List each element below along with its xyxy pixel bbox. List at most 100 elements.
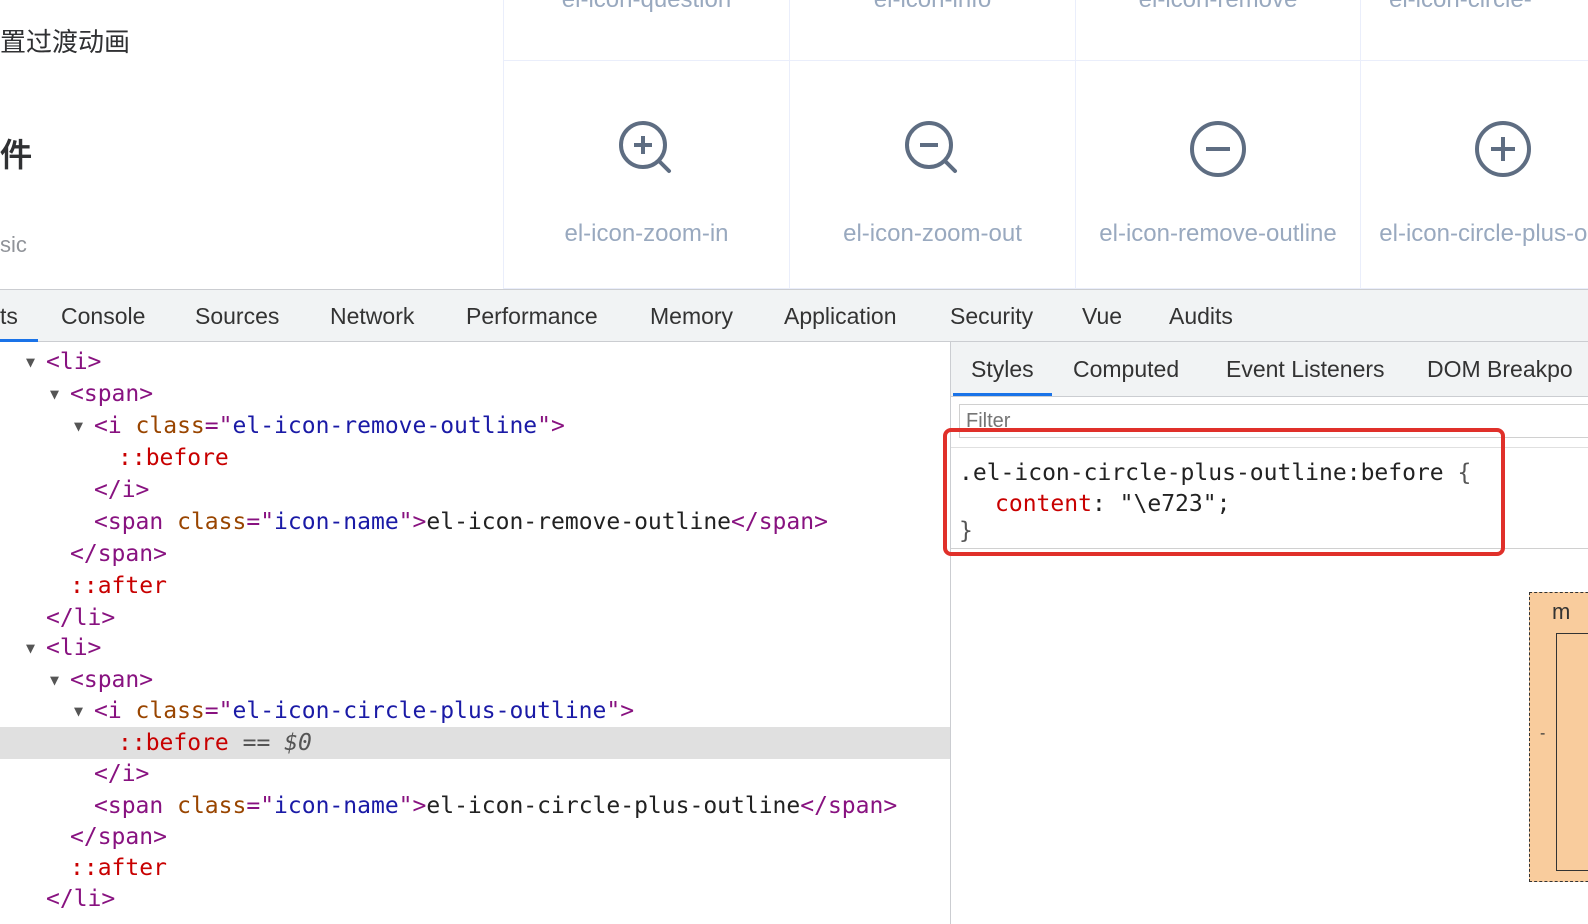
expand-triangle-icon[interactable]: ▼ [50, 664, 59, 696]
tag-text: <span class="icon-name">el-icon-circle-p… [94, 793, 898, 819]
tag-text: </i> [94, 477, 150, 503]
page-content: 置过渡动画 件 sic el-icon-question el-icon-inf… [0, 0, 1588, 289]
circle-plus-outline-icon [1475, 121, 1531, 177]
icon-grid: el-icon-question el-icon-info el-icon-re… [503, 0, 1588, 289]
tag-text: <li> [46, 349, 102, 375]
icon-name: el-icon-remove [1076, 0, 1360, 18]
devtools-tab-bar: ts Console Sources Network Performance M… [0, 289, 1588, 342]
pseudo-text: ::after [70, 573, 167, 599]
filter-bar [951, 397, 1588, 448]
expand-triangle-icon[interactable]: ▼ [50, 378, 59, 410]
dom-node-span[interactable]: ▼ <span> [0, 378, 950, 410]
close-brace: } [959, 518, 973, 544]
dom-node-pseudo-after[interactable]: ::after [0, 852, 950, 884]
property-colon: : [1091, 491, 1106, 517]
dom-node-close-span: </span> [0, 821, 950, 853]
expand-triangle-icon[interactable]: ▼ [74, 410, 83, 442]
dom-node-li[interactable]: ▼ <li> [0, 346, 950, 378]
zoom-in-icon [618, 121, 671, 173]
zoom-out-icon [904, 121, 957, 173]
tab-application[interactable]: Application [784, 290, 897, 342]
dom-node-pseudo-before[interactable]: ::before [0, 442, 950, 474]
tag-text: <i class="el-icon-circle-plus-outline"> [94, 698, 635, 724]
icon-cell[interactable]: el-icon-remove [1075, 0, 1360, 61]
box-model-border [1556, 633, 1588, 871]
dom-node-close-li: </li> [0, 602, 950, 634]
icon-cell[interactable]: el-icon-circle- [1360, 0, 1588, 61]
left-menu: 置过渡动画 件 sic [0, 0, 503, 289]
styles-filter-input[interactable] [959, 404, 1588, 438]
tab-vue[interactable]: Vue [1082, 290, 1122, 342]
tab-performance[interactable]: Performance [466, 290, 598, 342]
icon-cell[interactable]: el-icon-zoom-out [789, 61, 1075, 289]
menu-item-basic[interactable]: sic [0, 232, 27, 258]
box-model-value: - [1540, 725, 1546, 742]
tag-text: </li> [46, 886, 116, 912]
tab-sources[interactable]: Sources [195, 290, 279, 342]
icon-name: el-icon-info [790, 0, 1075, 18]
tab-computed[interactable]: Computed [1073, 342, 1179, 396]
rule-selector-line: .el-icon-circle-plus-outline:before { [959, 458, 1471, 488]
tab-console[interactable]: Console [61, 290, 145, 342]
remove-outline-icon [1190, 121, 1246, 177]
tag-text: </span> [70, 541, 167, 567]
expand-triangle-icon[interactable]: ▼ [26, 632, 35, 664]
dom-node-pseudo-after[interactable]: ::after [0, 570, 950, 602]
open-brace: { [1457, 460, 1472, 486]
property-name[interactable]: content [995, 491, 1092, 517]
icon-name: el-icon-circle- [1361, 0, 1588, 18]
pseudo-text: ::before [118, 445, 229, 471]
tag-text: </i> [94, 761, 150, 787]
elements-tree: ▼ <li> ▼ <span> ▼ <i class="el-icon-remo… [0, 342, 951, 924]
tab-memory[interactable]: Memory [650, 290, 733, 342]
icon-cell[interactable]: el-icon-zoom-in [503, 61, 789, 289]
tag-text: <i class="el-icon-remove-outline"> [94, 413, 565, 439]
dom-node-i[interactable]: ▼ <i class="el-icon-circle-plus-outline"… [0, 695, 950, 727]
icon-name: el-icon-circle-plus-outline [1379, 220, 1588, 247]
box-model-diagram[interactable]: m - [1529, 592, 1588, 882]
pseudo-text: ::before == $0 [118, 730, 312, 756]
pseudo-text: ::after [70, 855, 167, 881]
icon-cell[interactable]: el-icon-circle-plus-outline [1360, 61, 1588, 289]
tag-text: </span> [70, 824, 167, 850]
dom-node-close-li: </li> [0, 883, 950, 915]
dom-node-close-i: </i> [0, 474, 950, 506]
tab-event-listeners[interactable]: Event Listeners [1226, 342, 1385, 396]
dom-node-span-icon-name[interactable]: <span class="icon-name">el-icon-circle-p… [0, 790, 950, 822]
rule-declaration[interactable]: content: "\e723"; [995, 489, 1230, 519]
icon-cell[interactable]: el-icon-info [789, 0, 1075, 61]
dom-node-close-span: </span> [0, 538, 950, 570]
tab-styles[interactable]: Styles [953, 342, 1052, 396]
css-rule[interactable]: .el-icon-circle-plus-outline:before { co… [951, 448, 1588, 549]
tag-text: <span> [70, 381, 154, 407]
tab-dom-breakpoints[interactable]: DOM Breakpo [1427, 342, 1573, 396]
tag-text: <li> [46, 635, 102, 661]
icon-name: el-icon-zoom-in [564, 220, 729, 247]
dom-node-li[interactable]: ▼ <li> [0, 632, 950, 664]
dom-node-close-i: </i> [0, 758, 950, 790]
dom-node-span-icon-name[interactable]: <span class="icon-name">el-icon-remove-o… [0, 506, 950, 538]
rule-selector[interactable]: .el-icon-circle-plus-outline:before [959, 460, 1444, 486]
dom-node-span[interactable]: ▼ <span> [0, 664, 950, 696]
tab-audits[interactable]: Audits [1169, 290, 1233, 342]
tab-elements[interactable]: ts [0, 290, 38, 342]
expand-triangle-icon[interactable]: ▼ [26, 346, 35, 378]
icon-cell[interactable]: el-icon-remove-outline [1075, 61, 1360, 289]
icon-name: el-icon-remove-outline [1099, 220, 1337, 247]
icon-name: el-icon-zoom-out [843, 220, 1022, 247]
property-value[interactable]: "\e723"; [1120, 491, 1231, 517]
tag-text: </li> [46, 605, 116, 631]
tab-security[interactable]: Security [950, 290, 1033, 342]
sidebar-tab-bar: Styles Computed Event Listeners DOM Brea… [951, 342, 1588, 397]
expand-triangle-icon[interactable]: ▼ [74, 695, 83, 727]
icon-name: el-icon-question [504, 0, 789, 18]
tag-text: <span> [70, 667, 154, 693]
dom-node-pseudo-before-selected[interactable]: ::before == $0 [0, 727, 950, 759]
menu-item-transition[interactable]: 置过渡动画 [0, 22, 130, 59]
tab-network[interactable]: Network [330, 290, 414, 342]
dom-node-i[interactable]: ▼ <i class="el-icon-remove-outline"> [0, 410, 950, 442]
menu-group-title: 件 [0, 137, 33, 173]
rule-close-line: } [959, 516, 973, 546]
icon-cell[interactable]: el-icon-question [503, 0, 789, 61]
styles-pane: Styles Computed Event Listeners DOM Brea… [951, 342, 1588, 924]
